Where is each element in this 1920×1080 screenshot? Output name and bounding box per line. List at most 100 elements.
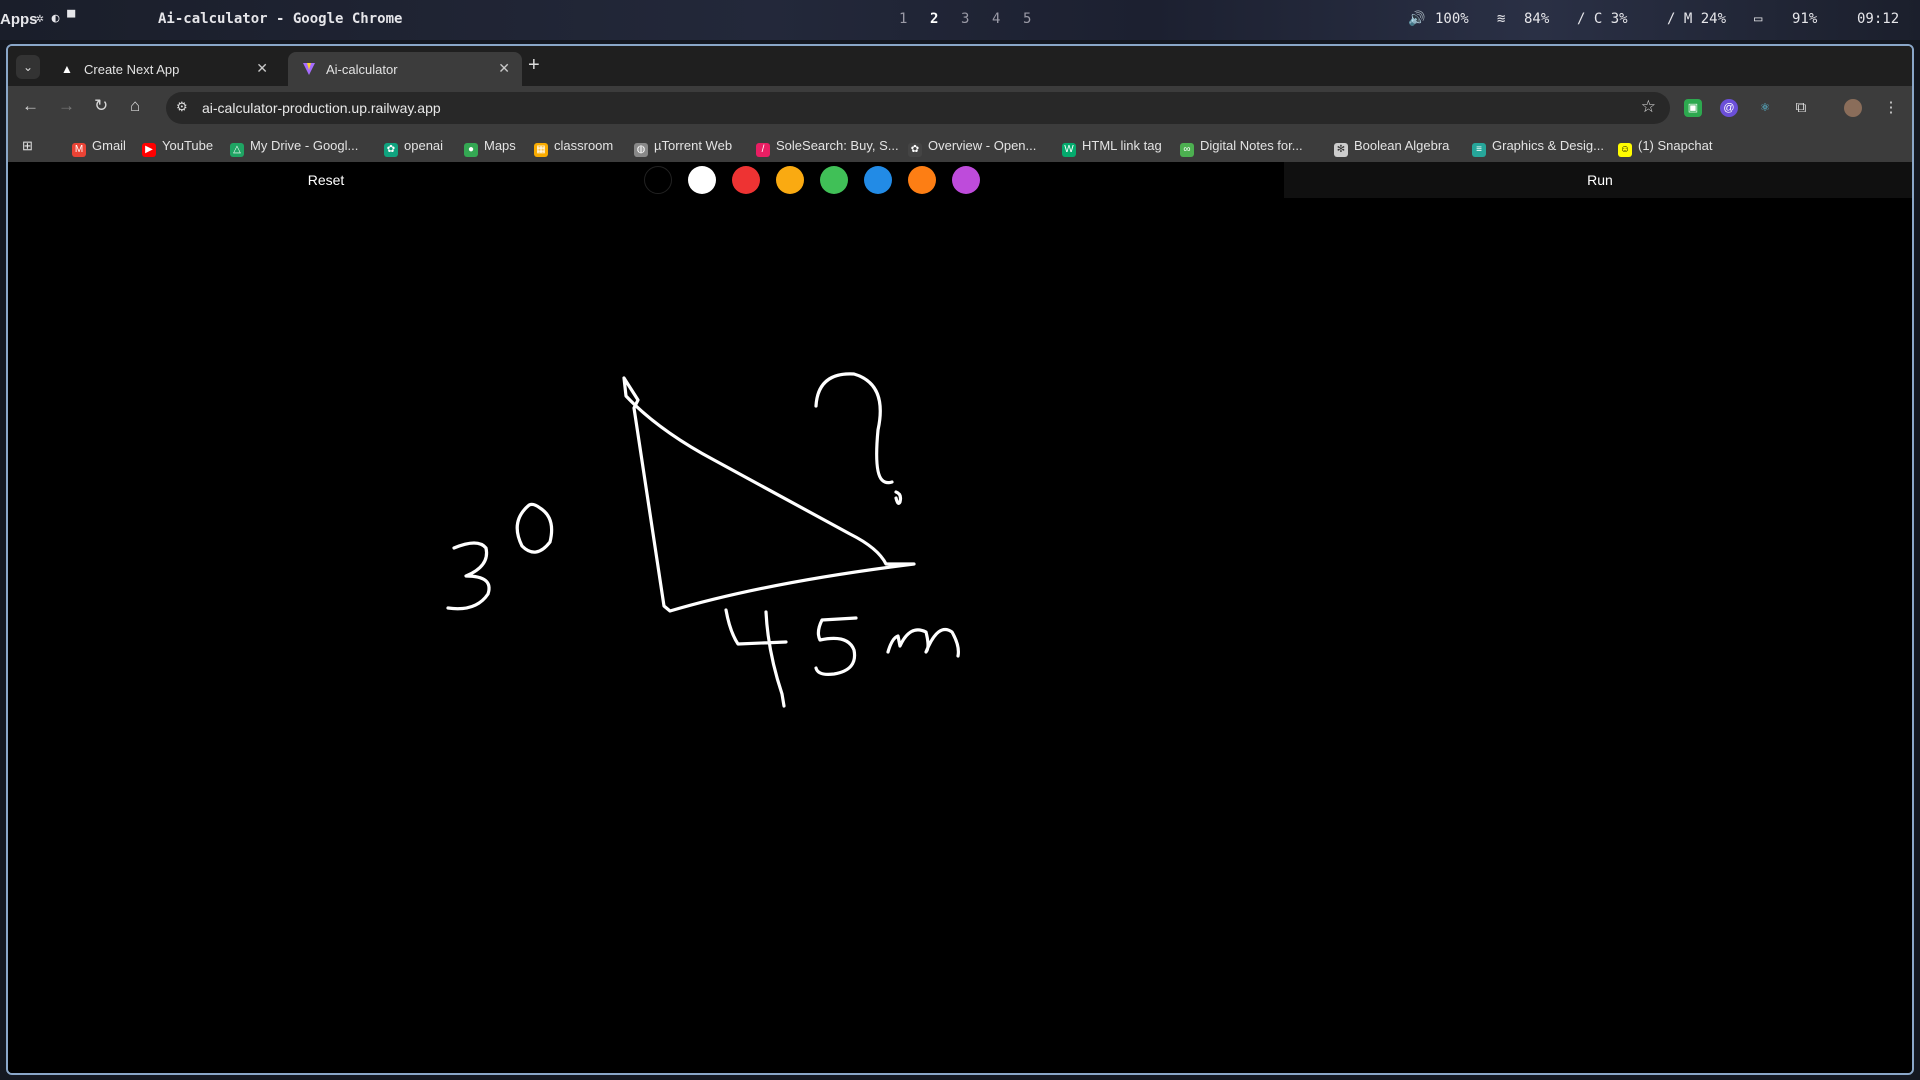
battery-level: 91% [1792,11,1818,27]
bookmark-label: Boolean Algebra [1354,138,1450,153]
drawn-digit-0 [515,502,554,554]
bookmark-overview[interactable]: ✿ Overview - Open... [908,138,1036,157]
bookmark-graphics-design[interactable]: ≡ Graphics & Desig... [1472,138,1604,157]
wifi-icon[interactable]: ≋ [1497,11,1505,27]
color-swatch-black[interactable] [644,166,672,194]
bookmark-utorrent[interactable]: ◍ µTorrent Web [634,138,732,157]
drawing-page: Reset Run [8,162,1914,1075]
color-swatch-green[interactable] [820,166,848,194]
workspace-2[interactable]: 2 [930,11,938,27]
tab-ai-calculator[interactable]: Ai-calculator ✕ [288,52,522,86]
bookmark-label: SoleSearch: Buy, S... [776,138,899,153]
openai-icon: ✿ [908,143,922,157]
workspace-5[interactable]: 5 [1023,11,1031,27]
browser-menu-icon[interactable]: ⋮ [1882,99,1900,117]
bookmark-label: classroom [554,138,614,153]
home-icon[interactable]: ⌂ [130,96,140,116]
youtube-icon: ▶ [142,143,156,157]
apps-launcher[interactable]: Apps [0,11,38,28]
drawing-canvas[interactable] [8,162,1914,1075]
bookmark-label: Digital Notes for... [1200,138,1303,153]
solesearch-icon: / [756,143,770,157]
tab-search-chevron-icon[interactable]: ⌄ [16,55,40,79]
volume-level: 100% [1435,11,1469,27]
snapchat-icon: ☺ [1618,143,1632,157]
drawn-digit-4 [724,608,788,708]
bookmark-digital-notes[interactable]: ∞ Digital Notes for... [1180,138,1303,157]
bookmark-maps[interactable]: ● Maps [464,138,516,157]
close-tab-icon[interactable]: ✕ [256,60,268,77]
cpu-usage: / C 3% [1577,11,1628,27]
drawn-triangle [622,376,916,613]
reset-button[interactable]: Reset [8,162,644,198]
window-title: Ai-calculator - Google Chrome [158,11,403,27]
tab-create-next-app[interactable]: ▲ Create Next App ✕ [46,52,280,86]
profile-avatar[interactable] [1844,99,1862,117]
bookmark-gmail[interactable]: M Gmail [72,138,126,157]
apps-grid-icon[interactable]: ⊞ [22,138,33,154]
clock: 09:12 [1857,11,1900,27]
react-devtools-icon[interactable]: ⚛ [1756,99,1774,117]
vercel-triangle-icon: ▲ [61,62,73,76]
bookmark-label: (1) Snapchat [1638,138,1713,153]
reload-icon[interactable]: ↻ [94,96,108,116]
color-swatch-orange[interactable] [908,166,936,194]
drawn-question-mark [814,372,903,505]
system-bar: Apps ✲ ◐ ▀ Ai-calculator - Google Chrome… [0,0,1920,40]
extensions-puzzle-icon[interactable]: ⧉ [1792,99,1810,117]
gmail-icon: M [72,143,86,157]
browser-window: ⌄ ▲ Create Next App ✕ Ai-calculator ✕ + … [6,44,1914,1075]
bookmark-openai[interactable]: ✿ openai [384,138,443,157]
bookmark-label: Maps [484,138,516,153]
classroom-icon: ▦ [534,143,548,157]
bookmark-label: My Drive - Googl... [250,138,359,153]
new-tab-plus-icon[interactable]: + [528,54,540,77]
bookmarks-bar: ⊞ M Gmail ▶ YouTube △ My Drive - Googl... ✿… [8,130,1912,162]
color-swatch-purple[interactable] [952,166,980,194]
bookmark-label: YouTube [162,138,214,153]
color-swatch-red[interactable] [732,166,760,194]
bookmark-star-icon[interactable]: ☆ [1641,97,1656,117]
bookmark-html-link-tag[interactable]: W HTML link tag [1062,138,1162,157]
bookmark-label: Gmail [92,138,126,153]
workspace-1[interactable]: 1 [899,11,907,27]
bookmark-youtube[interactable]: ▶ YouTube [142,138,213,157]
close-tab-icon[interactable]: ✕ [498,60,510,77]
browser-toolbar: ← → ↻ ⌂ ⚙ ai-calculator-production.up.ra… [8,86,1912,130]
drawn-digit-5 [814,616,858,676]
notes-icon: ∞ [1180,143,1194,157]
site-info-icon[interactable]: ⚙ [176,99,188,115]
bookmark-label: Graphics & Desig... [1492,138,1604,153]
color-swatch-white[interactable] [688,166,716,194]
extension-at-icon[interactable]: @ [1720,99,1738,117]
forward-arrow-icon[interactable]: → [58,96,75,116]
back-arrow-icon[interactable]: ← [22,96,39,116]
address-bar[interactable]: ⚙ ai-calculator-production.up.railway.ap… [166,92,1670,124]
workspace-4[interactable]: 4 [992,11,1000,27]
drawn-digit-3 [446,541,491,611]
vite-icon [302,62,316,76]
address-url[interactable]: ai-calculator-production.up.railway.app [202,100,441,116]
extension-shield-icon[interactable]: ▣ [1684,99,1702,117]
tab-label: Create Next App [84,62,180,77]
boolean-icon: ✻ [1334,143,1348,157]
memory-usage: / M 24% [1667,11,1727,27]
drive-icon: △ [230,143,244,157]
volume-icon[interactable]: 🔊 [1408,11,1425,27]
bookmark-boolean-algebra[interactable]: ✻ Boolean Algebra [1334,138,1449,157]
bookmark-solesearch[interactable]: / SoleSearch: Buy, S... [756,138,899,157]
run-button[interactable]: Run [1284,162,1912,198]
bookmark-classroom[interactable]: ▦ classroom [534,138,613,157]
drawn-letter-m [886,627,960,658]
color-swatch-yellow[interactable] [776,166,804,194]
system-tray-icons[interactable]: ✲ ◐ ▀ [36,11,75,26]
bookmark-snapchat[interactable]: ☺ (1) Snapchat [1618,138,1712,157]
color-swatch-blue[interactable] [864,166,892,194]
tab-strip: ⌄ ▲ Create Next App ✕ Ai-calculator ✕ + [8,46,1912,86]
bookmark-label: openai [404,138,444,153]
battery-icon: ▭ [1754,11,1763,27]
w3-icon: W [1062,143,1076,157]
bookmark-my-drive[interactable]: △ My Drive - Googl... [230,138,358,157]
workspace-3[interactable]: 3 [961,11,969,27]
maps-icon: ● [464,143,478,157]
